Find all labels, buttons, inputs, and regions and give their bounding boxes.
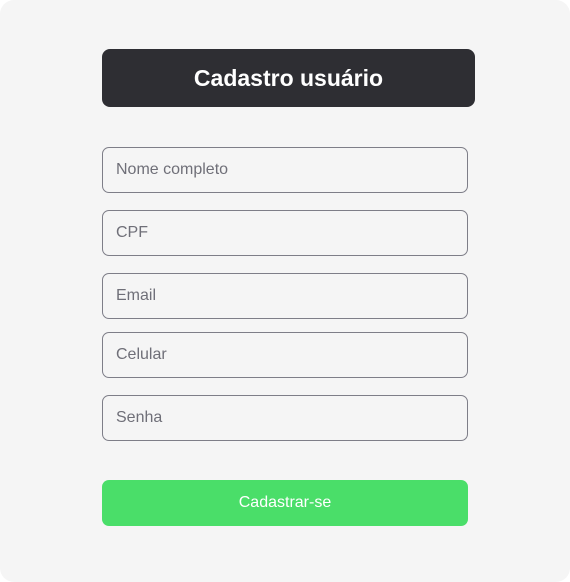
form-header: Cadastro usuário — [102, 49, 475, 107]
phone-field[interactable] — [102, 332, 468, 378]
password-field[interactable] — [102, 395, 468, 441]
register-button[interactable]: Cadastrar-se — [102, 480, 468, 526]
page-title: Cadastro usuário — [193, 64, 384, 91]
cpf-field[interactable] — [102, 210, 468, 256]
email-field[interactable] — [102, 273, 468, 319]
signup-card: Cadastro usuário Cadastrar-se — [0, 0, 570, 582]
full-name-field[interactable] — [102, 147, 468, 193]
